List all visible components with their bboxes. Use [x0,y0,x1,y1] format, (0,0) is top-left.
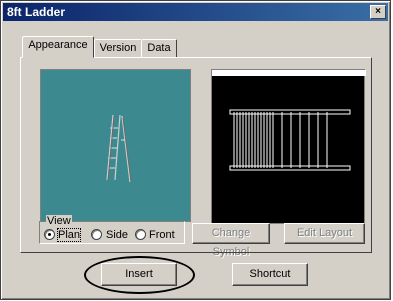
window-title: 8ft Ladder [7,5,66,19]
tab-version[interactable]: Version [94,39,142,58]
tab-data[interactable]: Data [141,39,177,58]
shortcut-button[interactable]: Shortcut [232,263,308,286]
title-bar: 8ft Ladder × [3,3,388,21]
close-icon[interactable]: × [370,5,386,19]
insert-button[interactable]: Insert [101,263,177,286]
tab-appearance[interactable]: Appearance [22,36,94,58]
appearance-panel [20,57,372,253]
